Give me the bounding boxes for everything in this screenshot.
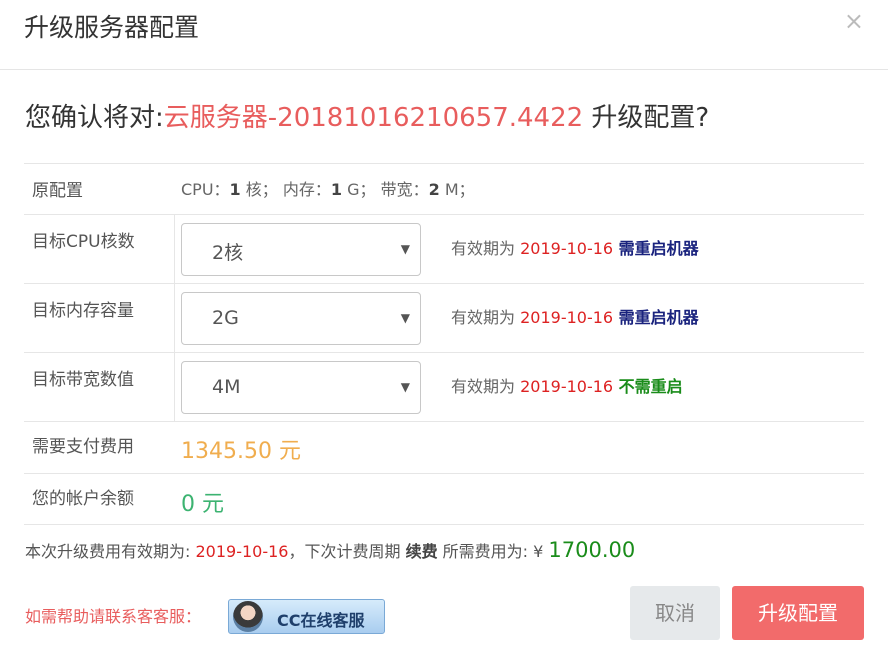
- caret-down-icon: ▼: [400, 380, 410, 394]
- memory-note-prefix: 有效期为: [451, 308, 521, 327]
- cpu-row-label: 目标CPU核数: [32, 232, 135, 252]
- bw-unit: M；: [439, 180, 475, 199]
- divider: [174, 284, 175, 352]
- memory-select[interactable]: 2G ▼: [181, 292, 421, 345]
- balance-label: 您的帐户余额: [32, 489, 134, 509]
- balance-row: 您的帐户余额 0 元: [24, 473, 864, 525]
- bandwidth-row-label: 目标带宽数值: [32, 370, 134, 390]
- dialog-title: 升级服务器配置: [24, 13, 200, 42]
- bandwidth-select-value: 4M: [212, 376, 241, 398]
- memory-note: 有效期为 2019-10-16 需重启机器: [451, 304, 699, 328]
- memory-note-date: 2019-10-16: [520, 308, 614, 327]
- caret-down-icon: ▼: [400, 311, 410, 325]
- help-text: 如需帮助请联系客客服：: [25, 607, 202, 626]
- balance-value: 0 元: [181, 492, 224, 517]
- cc-online-service-button[interactable]: CC在线客服: [228, 599, 385, 634]
- original-config-label: 原配置: [32, 181, 83, 201]
- cc-button-label: CC在线客服: [277, 611, 365, 630]
- caret-down-icon: ▼: [400, 242, 410, 256]
- bandwidth-select[interactable]: 4M ▼: [181, 361, 421, 414]
- upgrade-button[interactable]: 升级配置: [732, 586, 864, 640]
- server-name: 云服务器-20181016210657.4422: [163, 103, 584, 133]
- summary-prefix: 本次升级费用有效期为:: [25, 542, 196, 561]
- summary-mid: ，下次计费周期: [288, 542, 406, 561]
- bandwidth-row: 目标带宽数值 4M ▼ 有效期为 2019-10-16 不需重启: [24, 352, 864, 421]
- cpu-value: 1: [229, 180, 241, 199]
- cpu-unit: 核； 内存：: [240, 180, 331, 199]
- cpu-select[interactable]: 2核 ▼: [181, 223, 421, 276]
- cpu-row: 目标CPU核数 2核 ▼ 有效期为 2019-10-16 需重启机器: [24, 214, 864, 283]
- original-config-value: CPU：1 核； 内存：1 G； 带宽：2 M；: [181, 176, 475, 200]
- bandwidth-note: 有效期为 2019-10-16 不需重启: [451, 373, 683, 397]
- renewal-summary: 本次升级费用有效期为: 2019-10-16，下次计费周期 续费 所需费用为: …: [25, 538, 635, 562]
- cpu-note-prefix: 有效期为: [451, 239, 521, 258]
- mem-value: 1: [330, 180, 343, 199]
- payment-value: 1345.50 元: [181, 439, 301, 464]
- dialog-header: 升级服务器配置 ×: [0, 0, 888, 70]
- cpu-note-date: 2019-10-16: [520, 239, 614, 258]
- question-prefix: 您确认将对:: [25, 103, 164, 133]
- bandwidth-note-no-restart: 不需重启: [613, 377, 683, 396]
- memory-note-restart: 需重启机器: [613, 308, 699, 327]
- memory-row-label: 目标内存容量: [32, 301, 134, 321]
- bandwidth-note-prefix: 有效期为: [451, 377, 521, 396]
- cpu-select-value: 2核: [212, 242, 244, 264]
- summary-renew: 续费: [405, 542, 438, 561]
- original-config-row: 原配置 CPU：1 核； 内存：1 G； 带宽：2 M；: [24, 163, 864, 214]
- mem-unit: G； 带宽：: [342, 180, 429, 199]
- close-icon[interactable]: ×: [844, 8, 864, 34]
- question-suffix: 升级配置?: [583, 103, 710, 133]
- divider: [174, 353, 175, 421]
- cancel-button[interactable]: 取消: [630, 586, 720, 640]
- confirm-question: 您确认将对:云服务器-20181016210657.4422 升级配置?: [25, 101, 709, 135]
- summary-fee-label: 所需费用为: ¥: [437, 542, 549, 561]
- summary-amount: 1700.00: [548, 538, 636, 562]
- memory-select-value: 2G: [212, 307, 239, 329]
- payment-row: 需要支付费用 1345.50 元: [24, 421, 864, 473]
- cpu-note: 有效期为 2019-10-16 需重启机器: [451, 235, 699, 259]
- summary-date: 2019-10-16: [195, 542, 289, 561]
- memory-row: 目标内存容量 2G ▼ 有效期为 2019-10-16 需重启机器: [24, 283, 864, 352]
- config-table: 原配置 CPU：1 核； 内存：1 G； 带宽：2 M； 目标CPU核数 2核 …: [24, 163, 864, 525]
- bw-value: 2: [428, 180, 440, 199]
- bandwidth-note-date: 2019-10-16: [520, 377, 614, 396]
- cpu-note-restart: 需重启机器: [613, 239, 699, 258]
- support-avatar-icon: [233, 601, 263, 632]
- cpu-label: CPU：: [181, 180, 230, 199]
- payment-label: 需要支付费用: [32, 437, 134, 457]
- divider: [174, 215, 175, 283]
